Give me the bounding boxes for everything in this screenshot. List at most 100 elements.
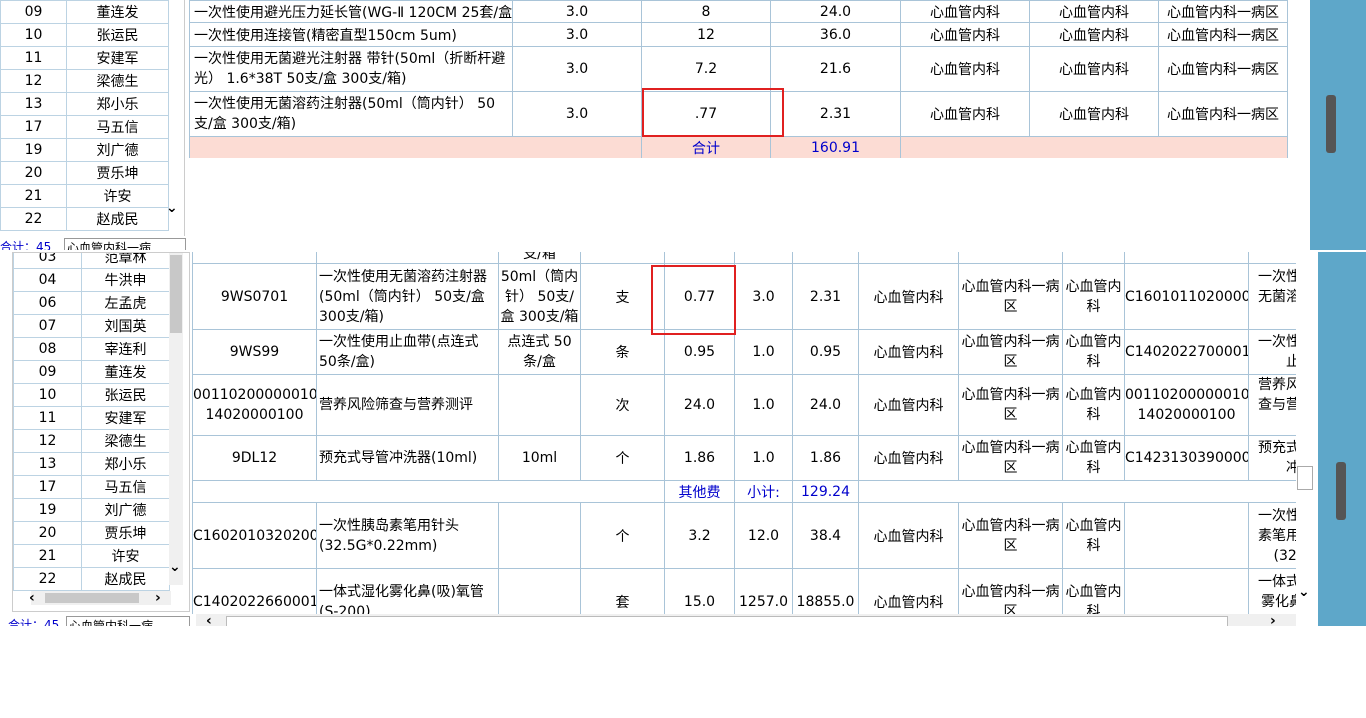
- table-row[interactable]: 9DL12 预充式导管冲洗器(10ml) 10ml 个 1.86 1.0 1.86 心血管内科…: [192, 435, 1296, 481]
- insurance-code: [1124, 568, 1249, 614]
- table-row[interactable]: 001102000000100 14020000100 营养风险筛查与营养测评次 2…: [192, 374, 1296, 436]
- table-row[interactable]: 一次性使用无菌避光注射器 带针(50ml（折断杆避光） 1.6*38T 50支/…: [189, 46, 1288, 92]
- top-list-scroll-down-icon[interactable]: ⌄: [166, 200, 182, 220]
- scroll-right-icon[interactable]: ›: [1270, 614, 1276, 626]
- list-item[interactable]: 03 范章林: [13, 253, 170, 269]
- top-side-handle[interactable]: [1326, 95, 1336, 153]
- quantity: 12.0: [734, 502, 793, 569]
- scroll-left-icon[interactable]: ‹: [29, 591, 35, 605]
- table-row[interactable]: 9WS0701 一次性使用无菌溶药注射器(50ml（筒内针） 50支/盒 300支…: [192, 263, 1296, 330]
- footer-count: 45: [44, 618, 60, 626]
- bed-number: 09: [13, 360, 82, 384]
- list-item[interactable]: 04 牛洪申: [13, 268, 170, 292]
- bottom-list-vscroll[interactable]: [169, 253, 183, 585]
- list-item[interactable]: 20 贾乐坤: [13, 521, 170, 545]
- table-row[interactable]: C14020226600013 一体式湿化雾化鼻(吸)氧管(S-200) 套 15.0…: [192, 568, 1296, 614]
- list-item[interactable]: 22 赵成民: [13, 567, 170, 591]
- bed-number: 11: [13, 406, 82, 430]
- ward: 心血管内科一病区: [1158, 46, 1288, 92]
- bottom-table-hscroll[interactable]: ‹ ›: [196, 614, 1296, 626]
- total-value: 160.91: [770, 136, 901, 158]
- unit-price: 24.0: [664, 374, 735, 436]
- amount: 21.6: [770, 46, 901, 92]
- list-item[interactable]: 19 刘广德: [13, 498, 170, 522]
- table-cell: [192, 480, 665, 503]
- list-item[interactable]: 22 赵成民: [0, 207, 169, 231]
- unit-price: 1.86: [664, 435, 735, 481]
- footer-count: 45: [36, 240, 52, 250]
- list-item[interactable]: 06 左孟虎: [13, 291, 170, 315]
- amount: 24.0: [792, 374, 859, 436]
- table-row[interactable]: C16020103202004 一次性胰岛素笔用针头(32.5G*0.22mm) 个…: [192, 502, 1296, 569]
- ward-select[interactable]: 心血管内科一病: [64, 238, 186, 250]
- list-item[interactable]: 19 刘广德: [0, 138, 169, 162]
- bed-number: 10: [0, 23, 67, 47]
- ward: 心血管内科一病区: [1158, 91, 1288, 137]
- department: 心血管内科: [858, 329, 959, 375]
- patient-name: 贾乐坤: [81, 521, 170, 545]
- table-cell: [958, 252, 1063, 264]
- bottom-table-vscroll-up[interactable]: [1297, 466, 1313, 490]
- list-item[interactable]: 08 宰连利: [13, 337, 170, 361]
- table-row[interactable]: 一次性使用避光压力延长管(WG-Ⅱ 120CM 25套/盒) 3.0 8 24.0 心血…: [189, 0, 1288, 23]
- list-item[interactable]: 12 梁德生: [13, 429, 170, 453]
- list-item[interactable]: 09 董连发: [0, 0, 169, 24]
- list-item[interactable]: 11 安建军: [0, 46, 169, 70]
- unit-price: 7.2: [641, 46, 771, 92]
- department: 心血管内科: [858, 374, 959, 436]
- department: 心血管内科: [858, 502, 959, 569]
- bed-number: 19: [0, 138, 67, 162]
- patient-name: 赵成民: [81, 567, 170, 591]
- patient-name: 牛洪申: [81, 268, 170, 292]
- table-cell: [192, 252, 317, 264]
- bottom-side-handle[interactable]: [1336, 462, 1346, 520]
- item-code: 9WS99: [192, 329, 317, 375]
- list-item[interactable]: 13 郑小乐: [13, 452, 170, 476]
- insurance-code: C16010110200004: [1124, 263, 1249, 330]
- item-name-truncated: 一次性使用止血带: [1248, 329, 1296, 375]
- list-item[interactable]: 07 刘国英: [13, 314, 170, 338]
- bottom-table-scroll-down-icon[interactable]: ⌄: [1298, 584, 1310, 600]
- ward: 心血管内科一病区: [1158, 22, 1288, 47]
- list-item[interactable]: 17 马五信: [0, 115, 169, 139]
- patient-name: 郑小乐: [66, 92, 169, 116]
- bed-number: 12: [13, 429, 82, 453]
- bottom-list-hscroll[interactable]: ‹ ›: [29, 591, 171, 605]
- insurance-code: 001102000000100 14020000100: [1124, 374, 1249, 436]
- ward: 心血管内科一病区: [958, 435, 1063, 481]
- item-code: 001102000000100 14020000100: [192, 374, 317, 436]
- patient-name: 董连发: [81, 360, 170, 384]
- list-item[interactable]: 21 许安: [0, 184, 169, 208]
- list-item[interactable]: 20 贾乐坤: [0, 161, 169, 185]
- table-cell: [664, 252, 735, 264]
- patient-name: 宰连利: [81, 337, 170, 361]
- subtotal-value: 129.24: [792, 480, 859, 503]
- bed-number: 13: [13, 452, 82, 476]
- table-cell: [858, 252, 959, 264]
- list-item[interactable]: 21 许安: [13, 544, 170, 568]
- scroll-left-icon[interactable]: ‹: [206, 614, 212, 626]
- table-row[interactable]: 9WS99 一次性使用止血带(点连式 50条/盒) 点连式 50条/盒条 0.95 1.…: [192, 329, 1296, 375]
- patient-name: 郑小乐: [81, 452, 170, 476]
- list-item[interactable]: 13 郑小乐: [0, 92, 169, 116]
- scroll-right-icon[interactable]: ›: [155, 591, 161, 605]
- list-item[interactable]: 17 马五信: [13, 475, 170, 499]
- bottom-list-scroll-down-icon[interactable]: ⌄: [169, 559, 181, 575]
- bed-number: 13: [0, 92, 67, 116]
- list-item[interactable]: 11 安建军: [13, 406, 170, 430]
- list-item[interactable]: 12 梁德生: [0, 69, 169, 93]
- table-cell: [858, 480, 1296, 503]
- ward: 心血管内科一病区: [1158, 0, 1288, 23]
- item-name: 一体式湿化雾化鼻(吸)氧管(S-200): [316, 568, 499, 614]
- list-item[interactable]: 10 张运民: [13, 383, 170, 407]
- insurance-code: C14020227000018: [1124, 329, 1249, 375]
- item-code: 9DL12: [192, 435, 317, 481]
- ward-select[interactable]: 心血管内科一病: [66, 616, 190, 626]
- top-patient-list: 09 董连发 10 张运民 11 安建军 12 梁德生 13 郑小乐 17 马五信 19 刘广德 20 贾乐坤…: [0, 0, 185, 236]
- list-item[interactable]: 09 董连发: [13, 360, 170, 384]
- item-name: 一次性使用无菌溶药注射器(50ml（筒内针） 50支/盒 300支/箱): [316, 263, 499, 330]
- bed-number: 21: [13, 544, 82, 568]
- total-spacer: [189, 136, 642, 158]
- list-item[interactable]: 10 张运民: [0, 23, 169, 47]
- table-row[interactable]: 一次性使用连接管(精密直型150cm 5um) 3.0 12 36.0 心血管内科 心血管…: [189, 22, 1288, 47]
